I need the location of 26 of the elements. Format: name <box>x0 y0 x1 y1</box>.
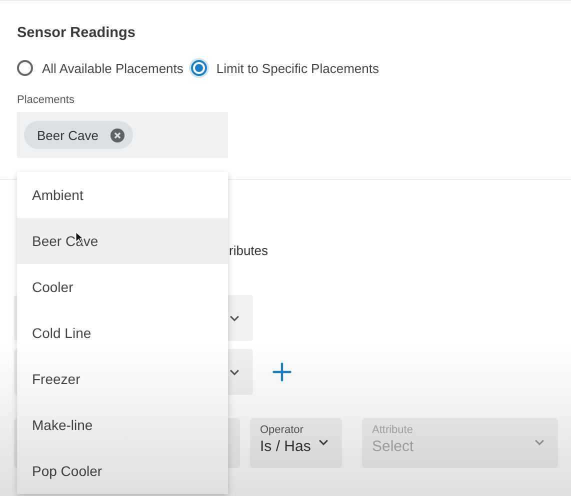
menu-item[interactable]: Make-line <box>17 402 228 448</box>
chevron-down-icon <box>318 439 329 446</box>
select-label: Attribute <box>372 424 414 436</box>
menu-item[interactable]: Ambient <box>17 172 228 218</box>
menu-item[interactable]: Cold Line <box>17 310 228 356</box>
select-label: Operator <box>260 424 304 436</box>
select-value: Select <box>372 438 414 455</box>
chevron-down-icon <box>534 439 545 446</box>
select-value: Is / Has <box>260 438 311 455</box>
description-text: ributes <box>229 243 270 258</box>
menu-item[interactable]: Pop Cooler <box>17 448 228 494</box>
placements-field[interactable]: Beer Cave <box>17 112 228 158</box>
radio-label: Limit to Specific Placements <box>216 60 379 76</box>
field-label: Placements <box>17 94 76 106</box>
section-title: Sensor Readings <box>17 25 136 41</box>
chevron-down-icon <box>229 369 240 376</box>
menu-item[interactable]: Freezer <box>17 356 228 402</box>
radio-button[interactable] <box>17 60 33 76</box>
radio-label: All Available Placements <box>42 60 184 76</box>
add-icon[interactable] <box>272 362 292 382</box>
remove-icon[interactable] <box>110 128 126 142</box>
radio-button[interactable] <box>191 60 208 76</box>
select-field[interactable]: Operator Is / Has <box>250 418 342 468</box>
chip-label: Beer Cave <box>37 128 98 142</box>
chevron-down-icon <box>229 315 240 322</box>
menu-item[interactable]: Cooler <box>17 264 228 310</box>
